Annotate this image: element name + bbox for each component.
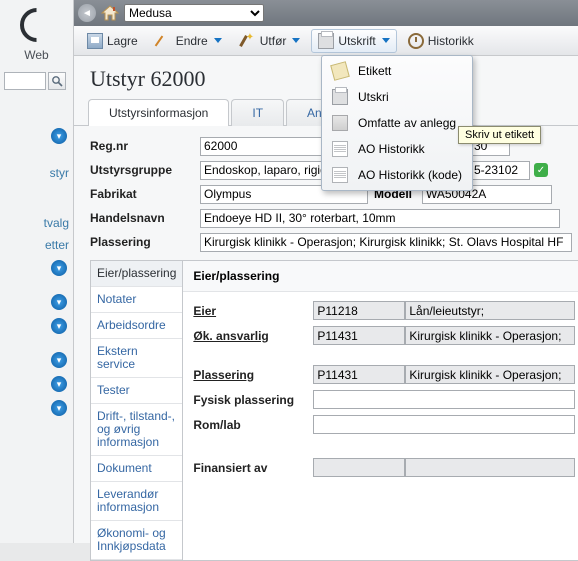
print-menu: Etikett Utskri Omfatte av anlegg AO Hist… [321,55,473,191]
menu-item-omfatte[interactable]: Omfatte av anlegg [324,110,470,136]
sidetab-ekstern[interactable]: Ekstern service [91,339,182,378]
equipment-form: Reg.nr Utstyrsgruppe ✓ Fabrikat Modell H… [74,126,578,561]
owner-panel: Eier/plassering Eier Øk. ansvarlig Plass… [182,260,578,561]
input-rom[interactable] [313,415,575,434]
input-plassering[interactable] [200,233,572,252]
sidebar-item-2[interactable]: etter [0,234,73,256]
sidetab-dokument[interactable]: Dokument [91,456,182,482]
chevron-down-icon [292,38,300,43]
label-plass: Plassering [193,368,313,382]
sidetab-notater[interactable]: Notater [91,287,182,313]
label-plassering: Plassering [90,235,200,249]
sidebar-cat-4[interactable]: ▾ [0,348,73,372]
chevron-down-icon: ▾ [51,400,67,416]
site-select[interactable]: Medusa [124,4,264,22]
label-fabrikat: Fabrikat [90,187,200,201]
input-fysisk[interactable] [313,390,575,409]
sidetab-eier[interactable]: Eier/plassering [91,261,182,287]
label-regnr: Reg.nr [90,139,200,153]
chevron-down-icon: ▾ [51,260,67,276]
main-area: Lagre Endre Utfør Utskrift Historikk Uts… [74,26,578,543]
label-eier: Eier [193,304,313,318]
input-fin-code[interactable] [313,458,405,477]
owner-heading: Eier/plassering [183,261,578,292]
address-bar: ◄ Medusa [74,0,578,26]
sheet-icon [332,167,348,183]
edit-icon [156,33,172,49]
label-okansvarlig: Øk. ansvarlig [193,329,313,343]
label-fysisk: Fysisk plassering [193,393,313,407]
chevron-down-icon: ▾ [51,294,67,310]
sheet-icon [332,141,348,157]
input-plass-code[interactable] [313,365,405,384]
sidebar-cat-2[interactable]: ▾ [0,290,73,314]
input-plass-name[interactable] [405,365,575,384]
label-gruppe: Utstyrsgruppe [90,163,200,177]
input-eier-name[interactable] [405,301,575,320]
chevron-down-icon [214,38,222,43]
sidebar-cat-0[interactable]: ▾ [0,124,73,148]
sidebar-cat-3[interactable]: ▾ [0,314,73,338]
menu-item-aohist[interactable]: AO Historikk [324,136,470,162]
search-icon[interactable] [48,72,66,90]
app-logo: Web [0,0,73,70]
sidetab-arbeidsordre[interactable]: Arbeidsordre [91,313,182,339]
sidetab-tester[interactable]: Tester [91,378,182,404]
menu-item-aohist-kode[interactable]: AO Historikk (kode) [324,162,470,188]
save-icon [87,33,103,49]
save-button[interactable]: Lagre [80,29,145,53]
print-icon [332,89,348,105]
tab-utstyrsinfo[interactable]: Utstyrsinformasjon [88,99,229,126]
wand-icon [240,33,256,49]
input-navn[interactable] [200,209,560,228]
input-ok-name[interactable] [405,326,575,345]
app-brand: Web [24,48,48,62]
print-icon [318,33,334,49]
input-eier-code[interactable] [313,301,405,320]
label-rom: Rom/lab [193,418,313,432]
input-ok-code[interactable] [313,326,405,345]
input-gruppe-code[interactable] [470,161,530,180]
side-tabs: Eier/plassering Notater Arbeidsordre Eks… [90,260,182,561]
chevron-down-icon [382,38,390,43]
input-fin-name[interactable] [405,458,575,477]
sidebar-cat-6[interactable]: ▾ [0,396,73,420]
run-button[interactable]: Utfør [233,29,308,53]
menu-item-etikett[interactable]: Etikett [324,58,470,84]
sidetab-okonomi[interactable]: Økonomi- og Innkjøpsdata [91,521,182,560]
left-sidebar: Web ▾ styr tvalg etter ▾ ▾ ▾ ▾ ▾ ▾ [0,0,74,543]
menu-item-utskrift[interactable]: Utskri [324,84,470,110]
toolbar: Lagre Endre Utfør Utskrift Historikk [74,26,578,56]
sidetab-drift[interactable]: Drift-, tilstand-, og øvrig informasjon [91,404,182,456]
tooltip: Skriv ut etikett [458,126,541,144]
label-finansiert: Finansiert av [193,461,313,475]
chevron-down-icon: ▾ [51,352,67,368]
chevron-down-icon: ▾ [51,128,67,144]
print-button[interactable]: Utskrift [311,29,396,53]
chevron-down-icon: ▾ [51,318,67,334]
change-button[interactable]: Endre [149,29,229,53]
tree-icon [332,115,348,131]
sidebar-cat-1[interactable]: ▾ [0,256,73,280]
sidebar-cat-5[interactable]: ▾ [0,372,73,396]
back-button[interactable]: ◄ [78,4,96,22]
tab-it[interactable]: IT [231,99,284,126]
home-icon[interactable] [100,4,120,22]
sidetab-leverandor[interactable]: Leverandør informasjon [91,482,182,521]
sidebar-item-1[interactable]: tvalg [0,212,73,234]
sidebar-search [0,70,73,92]
check-icon: ✓ [534,163,548,177]
sidebar-item-0[interactable]: styr [0,148,73,182]
tag-icon [330,61,350,81]
sidebar-search-input[interactable] [4,72,46,90]
sub-pane: Eier/plassering Notater Arbeidsordre Eks… [90,260,578,561]
chevron-down-icon: ▾ [51,376,67,392]
clock-icon [408,33,424,49]
history-button[interactable]: Historikk [401,29,481,53]
label-navn: Handelsnavn [90,211,200,225]
